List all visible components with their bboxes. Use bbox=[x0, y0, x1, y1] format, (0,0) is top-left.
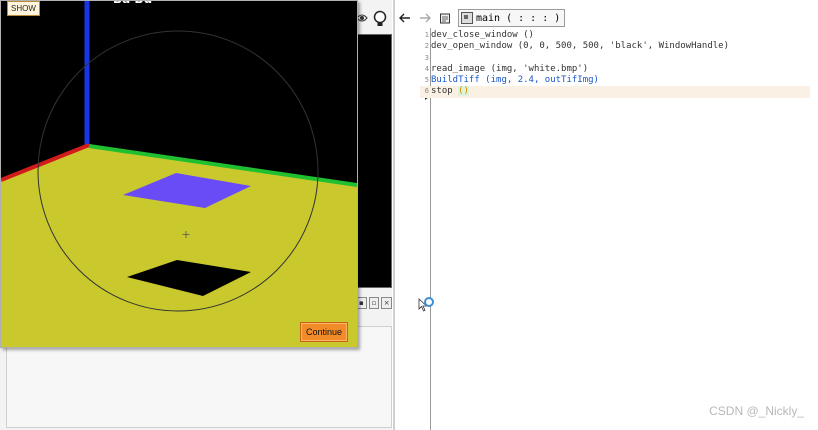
line-number: 4 bbox=[424, 64, 429, 73]
code-text: BuildTiff (img, 2.4, outTifImg) bbox=[431, 75, 599, 86]
lightbulb-icon[interactable] bbox=[370, 10, 390, 28]
forward-arrow-icon[interactable] bbox=[418, 11, 432, 25]
restore-button[interactable]: ▫ bbox=[368, 297, 380, 309]
code-text: stop bbox=[431, 86, 459, 97]
busy-ring-icon bbox=[424, 297, 434, 307]
code-line[interactable]: 3 bbox=[420, 53, 810, 64]
graphics-window[interactable]: Ba Bu SHOW Continue bbox=[0, 0, 358, 348]
code-line[interactable]: 5 BuildTiff (img, 2.4, outTifImg) bbox=[420, 75, 810, 86]
graphics-window-background bbox=[356, 34, 392, 288]
code-text: dev_open_window (0, 0, 500, 500, 'black'… bbox=[431, 41, 730, 52]
procedure-icon bbox=[461, 12, 473, 24]
watermark: CSDN @_Nickly_ bbox=[709, 404, 804, 418]
close-button[interactable]: × bbox=[381, 297, 393, 309]
line-number: 3 bbox=[424, 53, 429, 62]
procedure-selector[interactable]: main ( : : : ) bbox=[458, 9, 566, 27]
procedure-label: main ( : : : ) bbox=[476, 12, 561, 24]
window-controls: ▪ ▫ × bbox=[356, 296, 393, 310]
code-text: dev_close_window () bbox=[431, 30, 534, 40]
continue-button[interactable]: Continue bbox=[300, 322, 348, 342]
3d-scene[interactable]: Ba Bu bbox=[1, 1, 357, 347]
pane-divider[interactable] bbox=[393, 0, 395, 430]
program-editor[interactable]: 1 dev_close_window () 2 dev_open_window (0,… bbox=[420, 30, 810, 98]
code-text: read_image (img, 'white.bmp') bbox=[431, 63, 589, 74]
bracket-highlight: () bbox=[458, 86, 469, 97]
editor-toolbar: main ( : : : ) bbox=[398, 8, 566, 28]
code-line[interactable]: 6 stop () bbox=[420, 86, 810, 98]
code-line[interactable]: 4 read_image (img, 'white.bmp') bbox=[420, 64, 810, 75]
line-number: 2 bbox=[424, 42, 429, 51]
code-line[interactable]: 1 dev_close_window () bbox=[420, 30, 810, 41]
line-number: 1 bbox=[424, 31, 429, 39]
line-number: 6 bbox=[424, 87, 429, 96]
clipboard-icon[interactable] bbox=[438, 11, 452, 25]
line-number: 5 bbox=[424, 76, 429, 85]
show-button[interactable]: SHOW bbox=[7, 1, 40, 16]
back-arrow-icon[interactable] bbox=[398, 11, 412, 25]
code-line[interactable]: 2 dev_open_window (0, 0, 500, 500, 'black… bbox=[420, 41, 810, 52]
partial-title-text: Ba Bu bbox=[113, 1, 152, 6]
